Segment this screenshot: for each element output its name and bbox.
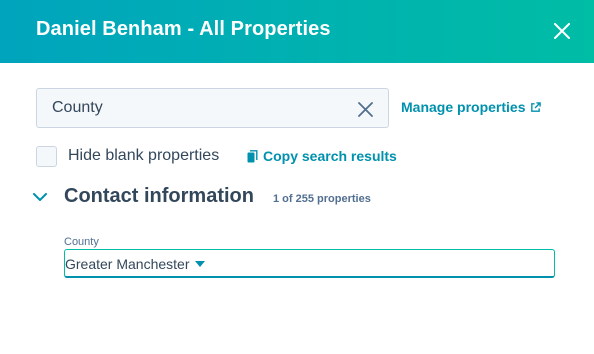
manage-properties-link[interactable]: Manage properties — [401, 99, 542, 115]
clear-search-button[interactable] — [355, 99, 375, 119]
clear-icon — [357, 101, 373, 117]
county-field-label: County — [64, 236, 99, 248]
section-title[interactable]: Contact information — [64, 185, 254, 208]
close-button[interactable] — [549, 18, 575, 44]
section-toggle-button[interactable] — [30, 187, 50, 207]
property-search-input[interactable] — [52, 89, 342, 127]
panel-header: Daniel Benham - All Properties — [0, 0, 594, 63]
manage-properties-label: Manage properties — [401, 99, 526, 115]
copy-icon — [247, 149, 258, 162]
county-field-value: Greater Manchester — [65, 256, 190, 272]
external-link-icon — [531, 101, 542, 112]
county-field-value-wrap: Greater Manchester — [65, 256, 205, 272]
copy-search-results-label: Copy search results — [263, 148, 397, 164]
hide-blank-checkbox[interactable] — [36, 146, 57, 167]
county-field-dropdown[interactable]: Greater Manchester — [64, 249, 555, 278]
chevron-down-icon — [33, 192, 47, 201]
panel-title: Daniel Benham - All Properties — [36, 18, 331, 40]
property-search-box — [36, 88, 389, 128]
copy-search-results-link[interactable]: Copy search results — [247, 148, 397, 164]
property-count: 1 of 255 properties — [273, 193, 371, 205]
hide-blank-label[interactable]: Hide blank properties — [68, 147, 219, 165]
close-icon — [554, 23, 570, 39]
caret-down-icon — [194, 261, 205, 267]
